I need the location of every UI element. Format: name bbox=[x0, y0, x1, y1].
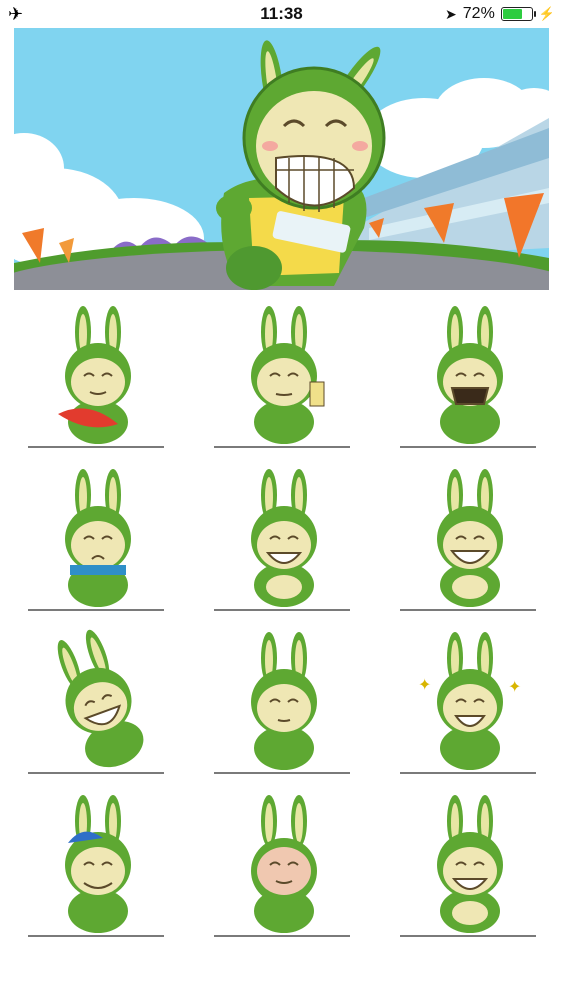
sticker-rolling-laugh[interactable] bbox=[0, 620, 188, 784]
sticker-phone-selfie[interactable] bbox=[186, 294, 374, 458]
sticker-grin-hands-image bbox=[251, 469, 317, 607]
sticker-pack-banner[interactable] bbox=[14, 28, 549, 290]
sticker-calm-face-image bbox=[251, 632, 317, 770]
sticker-baseline bbox=[214, 772, 350, 774]
sticker-eating-carrot-image bbox=[58, 306, 131, 444]
sticker-lying-down-image bbox=[251, 795, 317, 933]
battery-fill bbox=[502, 9, 522, 19]
sticker-shouting-image bbox=[437, 306, 503, 444]
sticker-baseline bbox=[28, 772, 164, 774]
banner-illustration bbox=[14, 28, 549, 290]
sticker-grin-belly-image bbox=[437, 795, 503, 933]
sticker-baseline bbox=[400, 446, 536, 448]
status-right: ➤ 72% ⚡ bbox=[445, 4, 555, 24]
sticker-eating-carrot[interactable] bbox=[0, 294, 188, 458]
sticker-baseline bbox=[28, 609, 164, 611]
battery-icon bbox=[500, 7, 536, 21]
sticker-baseline bbox=[214, 935, 350, 937]
sticker-grin-belly[interactable] bbox=[372, 783, 560, 947]
sticker-rolling-laugh-image bbox=[57, 629, 144, 768]
svg-text:✦: ✦ bbox=[418, 677, 431, 694]
sticker-sleepy-cap-image bbox=[65, 795, 131, 933]
sticker-dizzy-scarf[interactable] bbox=[0, 457, 188, 621]
battery-percent: 72% bbox=[462, 5, 495, 22]
sticker-shouting[interactable] bbox=[372, 294, 560, 458]
sticker-sparkle-excited[interactable]: ✦ ✦ bbox=[372, 620, 560, 784]
sticker-baseline bbox=[400, 935, 536, 937]
sticker-grin-hands[interactable] bbox=[186, 457, 374, 621]
status-bar: ✈ 11:38 ➤ 72% ⚡ bbox=[0, 0, 563, 28]
sticker-baseline bbox=[400, 609, 536, 611]
sticker-calm-face[interactable] bbox=[186, 620, 374, 784]
sticker-big-grin[interactable] bbox=[372, 457, 560, 621]
sticker-dizzy-scarf-image bbox=[65, 469, 131, 607]
charging-bolt-icon: ⚡ bbox=[538, 6, 555, 21]
sticker-baseline bbox=[214, 446, 350, 448]
svg-text:✦: ✦ bbox=[508, 679, 521, 696]
sticker-lying-down[interactable] bbox=[186, 783, 374, 947]
sticker-big-grin-image bbox=[437, 469, 503, 607]
location-arrow-icon: ➤ bbox=[445, 5, 457, 22]
sticker-baseline bbox=[400, 772, 536, 774]
sticker-baseline bbox=[28, 446, 164, 448]
sticker-baseline bbox=[28, 935, 164, 937]
sticker-phone-selfie-image bbox=[251, 306, 325, 444]
sticker-baseline bbox=[214, 609, 350, 611]
sticker-sleepy-cap[interactable] bbox=[0, 783, 188, 947]
sticker-sparkle-excited-image: ✦ ✦ bbox=[418, 632, 521, 770]
